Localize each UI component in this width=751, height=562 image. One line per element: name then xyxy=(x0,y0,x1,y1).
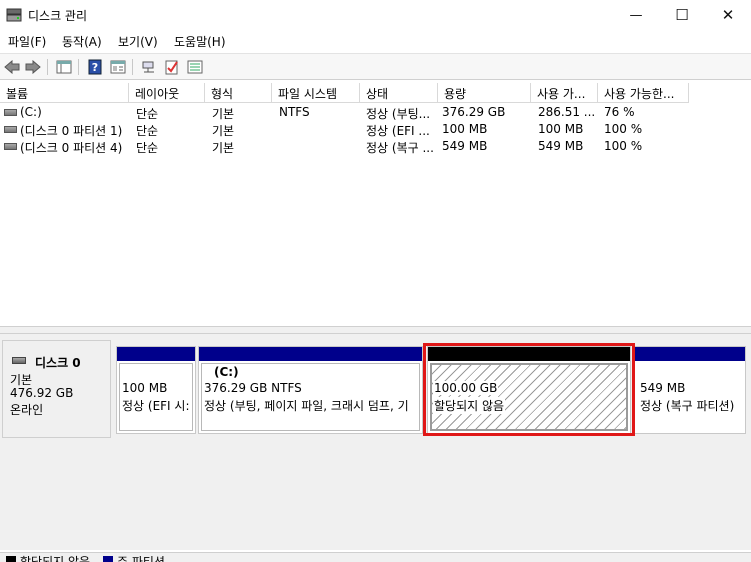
help-icon: ? xyxy=(88,59,102,75)
minimize-button[interactable]: — xyxy=(613,0,659,30)
volume-layout: 단순 xyxy=(136,107,159,121)
partition-bar xyxy=(117,347,195,361)
close-icon: ✕ xyxy=(721,6,735,24)
disk-management-app-icon xyxy=(6,8,22,22)
maximize-icon: ☐ xyxy=(675,6,689,24)
volume-percent-free: 100 % xyxy=(604,139,643,153)
column-header-volume[interactable]: 볼륨 xyxy=(0,83,129,103)
menu-bar: 파일(F) 동작(A) 보기(V) 도움말(H) xyxy=(0,30,751,52)
connect-icon xyxy=(142,61,154,73)
volume-status: 정상 (복구 ... xyxy=(366,141,434,155)
connect-button[interactable] xyxy=(140,58,158,76)
toolbar-separator xyxy=(47,59,48,75)
partition-status: 정상 (부팅, 페이지 파일, 크래시 덤프, 기 xyxy=(204,399,409,413)
volume-percent-free: 100 % xyxy=(604,122,643,136)
forward-arrow-icon xyxy=(25,60,41,74)
svg-text:?: ? xyxy=(92,61,98,74)
help-button[interactable]: ? xyxy=(86,58,104,76)
volume-free-space: 286.51 ... xyxy=(538,105,596,119)
back-arrow-icon xyxy=(4,60,20,74)
disk-icon xyxy=(12,357,26,364)
volume-row[interactable]: (디스크 0 파티션 1) 단순 기본 정상 (EFI ... 100 MB 1… xyxy=(0,121,751,138)
volume-icon xyxy=(4,126,17,133)
partition-label: (C:) xyxy=(214,365,239,379)
details-button[interactable] xyxy=(186,58,204,76)
disk-size: 476.92 GB xyxy=(10,386,74,400)
volume-icon xyxy=(4,109,17,116)
partition-size: 100 MB xyxy=(122,381,168,395)
volume-layout: 단순 xyxy=(136,124,159,138)
partition-bar xyxy=(199,347,422,361)
menu-view[interactable]: 보기(V) xyxy=(118,33,158,50)
volume-capacity: 376.29 GB xyxy=(442,105,506,119)
forward-button[interactable] xyxy=(24,58,42,76)
column-header-percent-free[interactable]: 사용 가능한... xyxy=(598,83,689,103)
volume-list: 볼륨 레이아웃 형식 파일 시스템 상태 용량 사용 가... 사용 가능한..… xyxy=(0,83,751,323)
legend: 할당되지 않음 주 파티션 xyxy=(0,552,751,562)
partition-recovery[interactable]: 549 MB 정상 (복구 파티션) xyxy=(634,346,746,434)
pane-splitter[interactable] xyxy=(0,326,751,334)
checklist-icon xyxy=(165,60,178,75)
column-header-capacity[interactable]: 용량 xyxy=(438,83,531,103)
partition-status: 정상 (EFI 시: xyxy=(122,399,190,413)
volume-free-space: 549 MB xyxy=(538,139,584,153)
volume-name: (C:) xyxy=(20,105,42,119)
checklist-button[interactable] xyxy=(163,58,181,76)
volume-file-system: NTFS xyxy=(279,105,310,119)
legend-unallocated-label: 할당되지 않음 xyxy=(20,555,91,562)
close-button[interactable]: ✕ xyxy=(705,0,751,30)
volume-capacity: 100 MB xyxy=(442,122,488,136)
column-header-file-system[interactable]: 파일 시스템 xyxy=(272,83,360,103)
toolbar-separator xyxy=(78,59,79,75)
volume-icon xyxy=(4,143,17,150)
disk-name: 디스크 0 xyxy=(35,356,81,370)
column-header-layout[interactable]: 레이아웃 xyxy=(129,83,205,103)
title-bar: 디스크 관리 — ☐ ✕ xyxy=(0,0,751,30)
volume-type: 기본 xyxy=(212,141,235,155)
menu-file[interactable]: 파일(F) xyxy=(8,33,46,50)
volume-capacity: 549 MB xyxy=(442,139,488,153)
show-hide-console-tree-button[interactable] xyxy=(55,58,73,76)
partition-size: 549 MB xyxy=(640,381,686,395)
partition-efi[interactable]: 100 MB 정상 (EFI 시: xyxy=(116,346,196,434)
legend-primary-label: 주 파티션 xyxy=(117,555,165,562)
toolbar-separator xyxy=(132,59,133,75)
column-header-free-space[interactable]: 사용 가... xyxy=(531,83,598,103)
partition-size: 376.29 GB NTFS xyxy=(204,381,302,395)
volume-status: 정상 (EFI ... xyxy=(366,124,430,138)
volume-type: 기본 xyxy=(212,107,235,121)
column-header-status[interactable]: 상태 xyxy=(360,83,438,103)
menu-help[interactable]: 도움말(H) xyxy=(174,33,226,50)
volume-row[interactable]: (디스크 0 파티션 4) 단순 기본 정상 (복구 ... 549 MB 54… xyxy=(0,138,751,155)
disk-status: 온라인 xyxy=(10,403,44,417)
volume-type: 기본 xyxy=(212,124,235,138)
partition-status: 정상 (복구 파티션) xyxy=(640,399,735,413)
volume-name: (디스크 0 파티션 1) xyxy=(20,124,123,138)
volume-percent-free: 76 % xyxy=(604,105,635,119)
volume-row[interactable]: (C:) 단순 기본 NTFS 정상 (부팅... 376.29 GB 286.… xyxy=(0,104,751,121)
properties-icon xyxy=(110,60,126,74)
volume-free-space: 100 MB xyxy=(538,122,584,136)
maximize-button[interactable]: ☐ xyxy=(659,0,705,30)
legend-primary-swatch xyxy=(103,556,113,562)
menu-action[interactable]: 동작(A) xyxy=(62,33,102,50)
partition-c-drive[interactable]: (C:) 376.29 GB NTFS 정상 (부팅, 페이지 파일, 크래시 … xyxy=(198,346,423,434)
toolbar: ? xyxy=(0,53,751,80)
partition-bar xyxy=(635,347,745,361)
legend-unallocated-swatch xyxy=(6,556,16,562)
properties-button[interactable] xyxy=(109,58,127,76)
details-icon xyxy=(187,60,203,74)
volume-layout: 단순 xyxy=(136,141,159,155)
selection-highlight xyxy=(423,343,635,436)
back-button[interactable] xyxy=(3,58,21,76)
window-title: 디스크 관리 xyxy=(28,9,88,23)
console-tree-icon xyxy=(56,60,72,74)
volume-status: 정상 (부팅... xyxy=(366,107,431,121)
volume-name: (디스크 0 파티션 4) xyxy=(20,141,123,155)
column-header-type[interactable]: 형식 xyxy=(205,83,272,103)
disk-graphical-view: 디스크 0 기본 476.92 GB 온라인 100 MB 정상 (EFI 시:… xyxy=(0,334,751,550)
minimize-icon: — xyxy=(629,7,643,23)
disk-0-label[interactable]: 디스크 0 기본 476.92 GB 온라인 xyxy=(2,340,111,438)
